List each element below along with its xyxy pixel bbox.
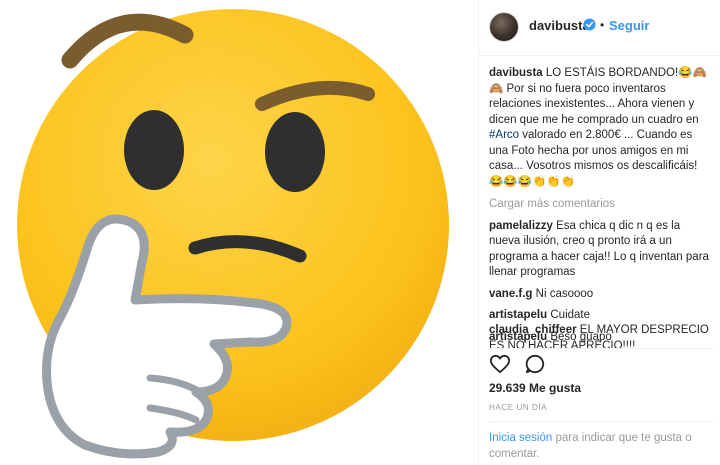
comment-text: Ni casoooo [532, 287, 594, 300]
comment-text: Cuidate [547, 309, 591, 321]
thinking-face-emoji [17, 9, 449, 459]
separator-dot: • [600, 18, 605, 32]
follow-button[interactable]: Seguir [609, 18, 649, 33]
divider [489, 348, 714, 349]
comments-list: davibusta LO ESTÁIS BORDANDO!😂🙈🙈 Por si … [489, 66, 714, 351]
action-bar [489, 354, 545, 379]
post-side-panel: davibusta • Seguir davibusta LO ESTÁIS B… [478, 0, 720, 465]
caption: davibusta LO ESTÁIS BORDANDO!😂🙈🙈 Por si … [489, 66, 714, 190]
divider [489, 421, 714, 422]
hashtag-link[interactable]: #Arco [489, 129, 519, 141]
comment-item-clipped: claudia_chiffeer EL MAYOR DESPRECIO ES N… [489, 323, 714, 348]
comment-username[interactable]: vane.f.g [489, 288, 532, 300]
comment-item: vane.f.g Ni casoooo [489, 287, 714, 303]
comment-item: artistapelu Cuidate [489, 308, 714, 324]
post-photo[interactable] [0, 0, 478, 465]
login-prompt: Inicia sesión para indicar que te gusta … [489, 430, 714, 462]
likes-count[interactable]: 29.639 Me gusta [489, 381, 581, 395]
comment-username[interactable]: pamelalizzy [489, 220, 553, 232]
post-header: davibusta • Seguir [479, 0, 720, 56]
comment-item: pamelalizzy Esa chica q dic n q es la nu… [489, 219, 714, 281]
login-link[interactable]: Inicia sesión [489, 432, 552, 444]
caption-text-cont: valorado en 2.800€ ... Cuando es una Fot… [489, 129, 698, 188]
comment-icon[interactable] [525, 354, 545, 374]
avatar[interactable] [489, 12, 519, 42]
caption-username[interactable]: davibusta [489, 67, 543, 79]
post-timestamp: HACE UN DÍA [489, 403, 548, 412]
heart-icon[interactable] [489, 354, 511, 374]
load-more-comments[interactable]: Cargar más comentarios [489, 197, 714, 213]
comment-username[interactable]: artistapelu [489, 309, 547, 321]
comment-username[interactable]: claudia_chiffeer [489, 324, 577, 336]
post-username[interactable]: davibusta [529, 18, 590, 33]
verified-badge-icon [583, 18, 596, 31]
